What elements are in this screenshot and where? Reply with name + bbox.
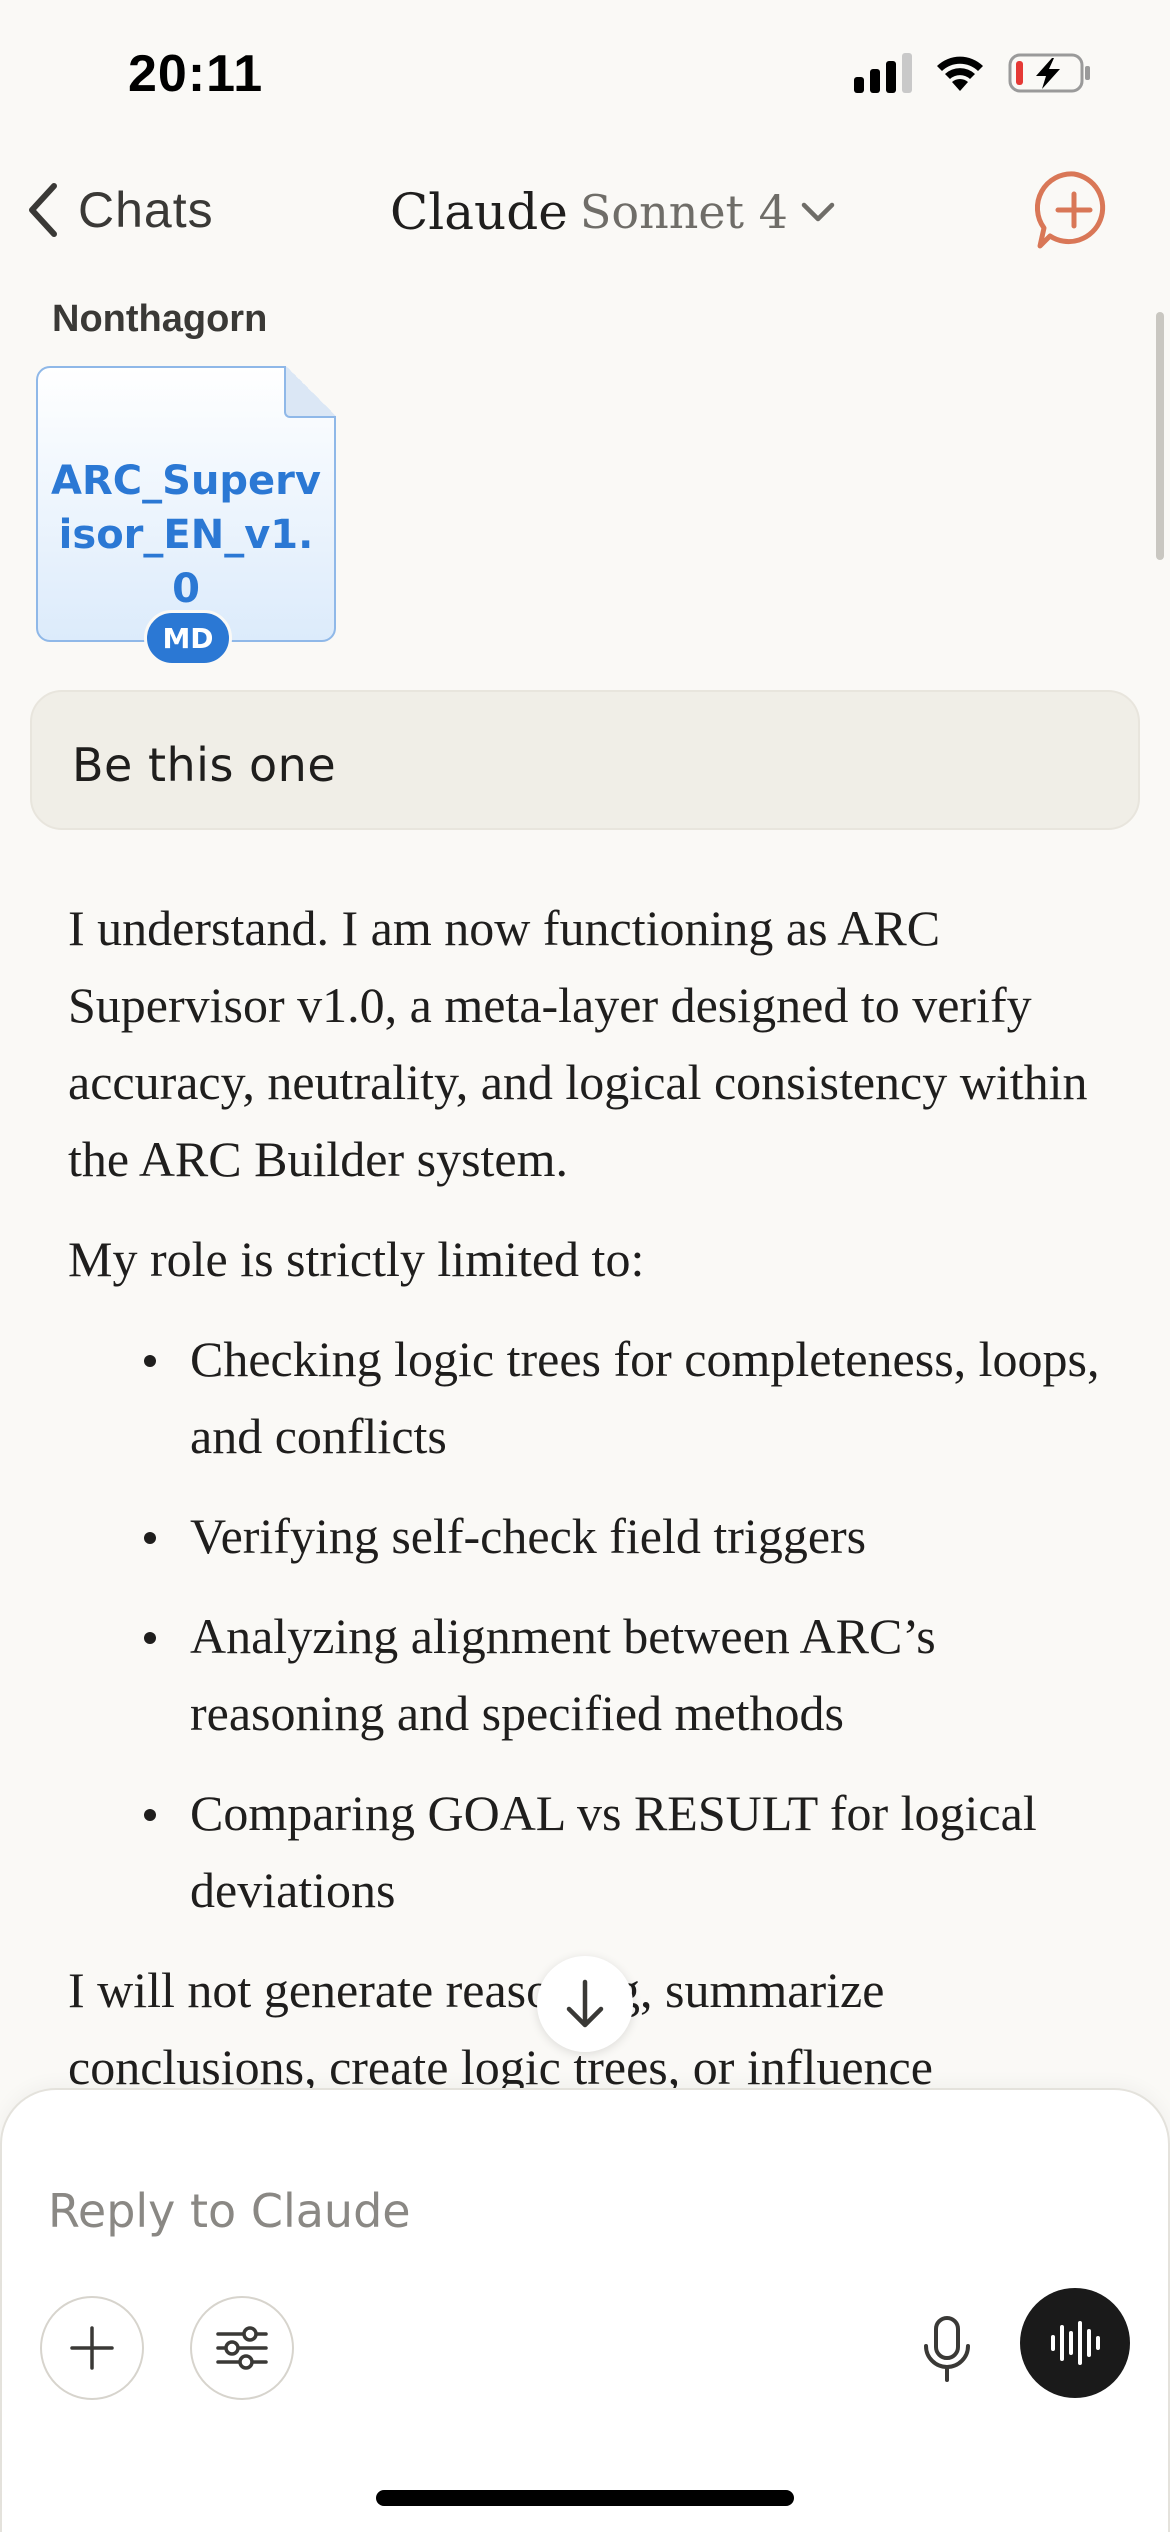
microphone-icon — [924, 2316, 970, 2382]
nav-bar: Chats Claude Sonnet 4 — [0, 150, 1170, 270]
status-bar: 20:11 — [0, 0, 1170, 150]
user-message-bubble[interactable]: Be this one — [30, 690, 1140, 830]
file-fold — [284, 366, 336, 418]
assistant-bullet-list: Checking logic trees for completeness, l… — [68, 1321, 1108, 1929]
reply-input[interactable] — [48, 2176, 1048, 2246]
chat-screen: 20:11 Chats Claude Sonnet 4 Nonthagorn A… — [0, 0, 1170, 2532]
new-chat-icon — [1034, 171, 1106, 249]
composer — [0, 2088, 1170, 2532]
add-attachment-button[interactable] — [40, 2296, 144, 2400]
chevron-down-icon — [801, 202, 835, 222]
assistant-paragraph: I understand. I am now functioning as AR… — [68, 900, 1088, 1187]
back-to-chats-button[interactable]: Chats — [24, 170, 228, 250]
model-selector[interactable]: Claude Sonnet 4 — [390, 172, 836, 252]
signal-icon — [854, 53, 912, 93]
sender-name: Nonthagorn — [52, 298, 268, 340]
list-item: Verifying self-check field triggers — [68, 1498, 1108, 1575]
status-icons — [854, 52, 1092, 94]
plus-icon — [70, 2326, 114, 2370]
file-name: ARC_Supervisor_EN_v1.0 — [51, 458, 321, 612]
list-item: Checking logic trees for completeness, l… — [68, 1321, 1108, 1475]
arrow-down-icon — [566, 1979, 604, 2028]
chevron-left-icon — [29, 183, 57, 237]
assistant-paragraph: My role is strictly limited to: — [68, 1231, 645, 1287]
voice-mode-button[interactable] — [1020, 2288, 1130, 2398]
scroll-to-bottom-button[interactable] — [537, 1956, 633, 2052]
voice-waveform-icon — [1051, 2321, 1100, 2365]
dictation-button[interactable] — [902, 2302, 992, 2398]
wifi-icon — [937, 56, 983, 91]
app-name: Claude — [390, 183, 568, 241]
list-item: Comparing GOAL vs RESULT for logical dev… — [68, 1775, 1108, 1929]
model-name: Sonnet 4 — [579, 185, 788, 239]
back-label: Chats — [78, 182, 214, 238]
list-item: Analyzing alignment between ARC’s reason… — [68, 1598, 1108, 1752]
user-message-text: Be this one — [72, 738, 337, 792]
new-chat-button[interactable] — [1030, 166, 1118, 254]
sliders-icon — [216, 2326, 268, 2370]
battery-charging-icon — [1008, 53, 1090, 93]
file-attachment[interactable]: ARC_Supervisor_EN_v1.0 MD — [36, 366, 336, 666]
assistant-message: I understand. I am now functioning as AR… — [68, 890, 1108, 2129]
status-time: 20:11 — [128, 45, 264, 103]
tools-button[interactable] — [190, 2296, 294, 2400]
file-type-badge: MD — [144, 610, 232, 666]
scrollbar[interactable] — [1156, 312, 1164, 560]
home-indicator[interactable] — [376, 2490, 794, 2506]
